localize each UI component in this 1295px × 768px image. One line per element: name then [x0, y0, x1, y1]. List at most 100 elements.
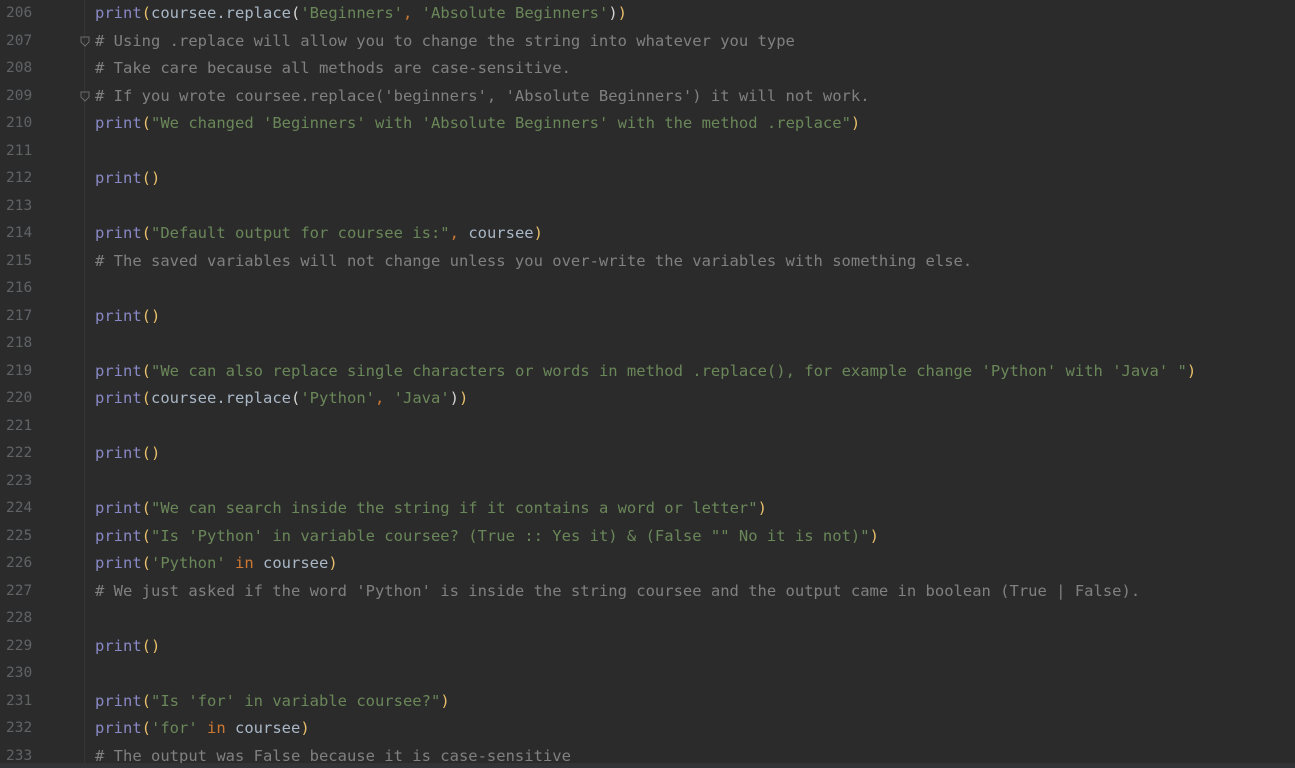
code-token: ( [291, 4, 301, 22]
code-line[interactable]: 226 print('Python' in coursee) [0, 550, 1295, 577]
code-token: ) [1186, 361, 1197, 380]
code-token: "We changed 'Beginners' with 'Absolute B… [151, 114, 851, 132]
line-number: 231 [6, 692, 33, 709]
line-number: 225 [6, 527, 33, 544]
code-text[interactable]: print('for' in coursee) [95, 715, 310, 742]
line-number: 207 [6, 32, 33, 49]
code-line[interactable]: 216 [0, 275, 1295, 302]
code-token: ( [141, 114, 152, 132]
code-token: () [141, 169, 161, 187]
code-token: ) [533, 224, 543, 242]
code-text[interactable]: # Using .replace will allow you to chang… [95, 28, 795, 55]
code-text[interactable]: print(coursee.replace('Beginners', 'Abso… [95, 0, 627, 27]
code-token: print [95, 719, 142, 737]
code-text[interactable]: print("Default output for coursee is:", … [95, 220, 543, 247]
code-line[interactable]: 220 print(coursee.replace('Python', 'Java… [0, 385, 1295, 412]
code-token: () [141, 636, 161, 655]
code-token: print [95, 4, 142, 22]
code-token: , [375, 389, 394, 407]
code-token: # The saved variables will not change un… [95, 251, 973, 270]
line-number: 211 [6, 142, 33, 159]
code-line[interactable]: 222 print() [0, 440, 1295, 467]
line-number: 221 [6, 417, 33, 434]
code-line[interactable]: 215 # The saved variables will not change… [0, 248, 1295, 275]
code-line[interactable]: 232 print('for' in coursee) [0, 715, 1295, 742]
code-token: ( [141, 719, 152, 737]
line-number: 222 [6, 445, 33, 461]
code-line[interactable]: 229 print() [0, 633, 1295, 660]
code-token: , [449, 224, 469, 242]
code-token: ( [141, 691, 152, 710]
code-line[interactable]: 212 print() [0, 165, 1295, 192]
code-line[interactable]: 210 print("We changed 'Beginners' with 'A… [0, 110, 1295, 137]
code-editor[interactable]: 206 print(coursee.replace('Beginners', 'A… [0, 0, 1295, 768]
code-line[interactable]: 230 [0, 660, 1295, 687]
code-token: 'for' [151, 719, 198, 737]
code-text[interactable]: print("We can search inside the string i… [95, 495, 767, 522]
code-line[interactable]: 208 # Take care because all methods are c… [0, 55, 1295, 82]
code-line[interactable]: 218 [0, 330, 1295, 357]
code-line[interactable]: 214 print("Default output for coursee is:… [0, 220, 1295, 247]
code-line[interactable]: 231 print("Is 'for' in variable coursee?"… [0, 688, 1295, 715]
code-line[interactable]: 213 [0, 193, 1295, 220]
code-token: in [225, 554, 263, 572]
code-text[interactable]: print("We changed 'Beginners' with 'Abso… [95, 110, 860, 137]
code-token: print [95, 554, 142, 572]
code-text[interactable]: # If you wrote coursee.replace('beginner… [95, 83, 870, 110]
code-token: ) [869, 526, 879, 545]
code-line[interactable]: 227 # We just asked if the word 'Python' … [0, 578, 1295, 605]
code-text[interactable]: print() [95, 165, 160, 192]
code-line[interactable]: 209 # If you wrote coursee.replace('begin… [0, 83, 1295, 110]
code-text[interactable]: print() [95, 633, 160, 660]
code-text[interactable]: print() [95, 303, 160, 330]
code-token: # If you wrote coursee.replace('beginner… [95, 86, 870, 105]
code-text[interactable]: print("Is 'Python' in variable coursee? … [95, 523, 879, 550]
horizontal-scrollbar[interactable] [0, 763, 1295, 768]
code-token: ( [291, 389, 301, 407]
code-token: () [141, 306, 161, 325]
code-token: coursee [263, 554, 329, 572]
code-text[interactable]: # The saved variables will not change un… [95, 248, 972, 275]
code-token: , [403, 4, 422, 22]
code-token: print [95, 169, 142, 187]
code-token: ( [141, 389, 152, 407]
code-token: ) [608, 4, 618, 22]
code-line[interactable]: 223 [0, 468, 1295, 495]
line-number: 215 [6, 252, 33, 269]
code-text[interactable]: print("Is 'for' in variable coursee?") [95, 688, 450, 715]
line-number: 220 [6, 390, 33, 406]
line-number: 210 [6, 115, 33, 131]
code-token: ) [850, 114, 861, 132]
code-token: # Using .replace will allow you to chang… [95, 31, 795, 50]
code-line[interactable]: 211 [0, 138, 1295, 165]
code-line[interactable]: 225 print("Is 'Python' in variable course… [0, 523, 1295, 550]
code-text[interactable]: print('Python' in coursee) [95, 550, 338, 577]
code-token: ( [141, 499, 152, 517]
code-token: 'Python' [151, 554, 226, 572]
code-text[interactable]: # Take care because all methods are case… [95, 55, 571, 82]
code-line[interactable]: 207 # Using .replace will allow you to ch… [0, 28, 1295, 55]
code-token: print [95, 224, 142, 242]
code-text[interactable]: print("We can also replace single charac… [95, 358, 1196, 385]
code-text[interactable]: print() [95, 440, 160, 467]
code-token: coursee [235, 719, 301, 737]
line-number: 232 [6, 720, 33, 736]
code-line[interactable]: 206 print(coursee.replace('Beginners', 'A… [0, 0, 1295, 27]
code-line[interactable]: 217 print() [0, 303, 1295, 330]
code-token: coursee [468, 224, 534, 242]
code-token: ) [440, 691, 450, 710]
code-text[interactable]: print(coursee.replace('Python', 'Java')) [95, 385, 468, 412]
line-number: 216 [6, 280, 33, 296]
code-token: print [95, 389, 142, 407]
code-token: print [95, 306, 142, 325]
code-line[interactable]: 228 [0, 605, 1295, 632]
code-line[interactable]: 221 [0, 413, 1295, 440]
fold-marker-icon[interactable] [80, 91, 90, 102]
line-number: 217 [6, 307, 33, 324]
fold-marker-icon[interactable] [80, 36, 90, 47]
code-text[interactable]: # We just asked if the word 'Python' is … [95, 578, 1140, 605]
line-number: 219 [6, 362, 33, 379]
code-line[interactable]: 219 print("We can also replace single cha… [0, 358, 1295, 385]
code-token: print [95, 114, 142, 132]
code-line[interactable]: 224 print("We can search inside the strin… [0, 495, 1295, 522]
